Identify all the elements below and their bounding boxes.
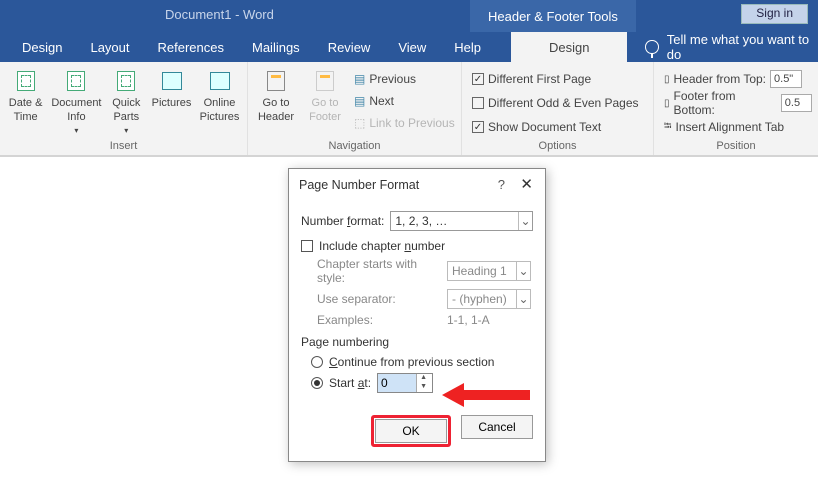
start-at-label: Start at: [329,376,371,390]
include-chapter-checkbox[interactable] [301,240,313,252]
close-icon[interactable]: ✕ [520,175,533,193]
quick-parts-button[interactable]: Quick Parts▾ [108,68,145,138]
spinner-arrows[interactable]: ▲▼ [416,374,430,392]
tell-me-search[interactable]: Tell me what you want to do [627,32,818,62]
ok-button[interactable]: OK [375,419,447,443]
previous-button[interactable]: ▤Previous [354,68,455,90]
check-icon: ✓ [472,73,484,85]
examples-label: Examples: [317,313,447,327]
separator-combo: - (hyphen)⌄ [447,289,531,309]
start-at-input[interactable] [378,374,416,392]
tab-layout[interactable]: Layout [76,32,143,62]
group-label-options: Options [468,138,647,155]
group-navigation: Go to Header Go to Footer ▤Previous ▤Nex… [248,62,462,155]
next-button[interactable]: ▤Next [354,90,455,112]
goto-footer-button: Go to Footer [304,68,346,124]
title-bar: Document1 - Word Header & Footer Tools S… [0,0,818,32]
goto-header-button[interactable]: Go to Header [254,68,298,124]
group-insert: Date & Time Document Info▾ Quick Parts▾ … [0,62,248,155]
different-odd-even-checkbox[interactable]: Different Odd & Even Pages [472,92,639,114]
chapter-style-label: Chapter starts with style: [317,257,447,285]
footer-bottom-value[interactable]: 0.5 [781,94,812,112]
ribbon-tabs: Design Layout References Mailings Review… [0,32,818,62]
tab-view[interactable]: View [384,32,440,62]
insert-alignment-tab[interactable]: ⭾Insert Alignment Tab [664,116,784,138]
continue-radio[interactable] [311,356,323,368]
ok-highlight: OK [371,415,451,447]
chevron-down-icon: ⌄ [518,212,532,230]
header-from-top[interactable]: ▯Header from Top:0.5" [664,68,802,90]
tab-hf-design[interactable]: Design [511,32,627,62]
cancel-button[interactable]: Cancel [461,415,533,439]
tab-review[interactable]: Review [314,32,385,62]
dialog-title: Page Number Format [299,178,419,192]
help-icon[interactable]: ? [498,177,505,192]
number-format-label: Number format: [301,214,384,228]
tab-references[interactable]: References [144,32,238,62]
chapter-style-combo: Heading 1⌄ [447,261,531,281]
number-format-combo[interactable]: 1, 2, 3, …⌄ [390,211,533,231]
page-number-format-dialog: Page Number Format ? ✕ Number format: 1,… [288,168,546,462]
tab-help[interactable]: Help [440,32,495,62]
start-at-spinner[interactable]: ▲▼ [377,373,433,393]
check-icon: ✓ [472,121,484,133]
check-icon [472,97,484,109]
show-document-text-checkbox[interactable]: ✓Show Document Text [472,116,601,138]
separator-label: Use separator: [317,292,447,306]
sign-in-button[interactable]: Sign in [741,4,808,24]
include-chapter-label: Include chapter number [319,239,445,253]
group-label-insert: Insert [6,138,241,155]
pictures-button[interactable]: Pictures [151,68,192,110]
group-label-navigation: Navigation [254,138,455,155]
online-pictures-button[interactable]: Online Pictures [198,68,241,124]
document-title: Document1 - Word [165,7,274,22]
document-info-button[interactable]: Document Info▾ [51,68,101,138]
header-top-value[interactable]: 0.5" [770,70,802,88]
tab-mailings[interactable]: Mailings [238,32,314,62]
lightbulb-icon [645,40,658,54]
dialog-titlebar: Page Number Format ? ✕ [289,169,545,201]
different-first-page-checkbox[interactable]: ✓Different First Page [472,68,591,90]
link-previous-button: ⬚Link to Previous [354,112,455,134]
group-label-position: Position [660,138,812,155]
continue-label: Continue from previous section [329,355,494,369]
page-numbering-label: Page numbering [301,335,533,349]
group-options: ✓Different First Page Different Odd & Ev… [462,62,654,155]
footer-from-bottom[interactable]: ▯Footer from Bottom:0.5 [664,92,812,114]
examples-value: 1-1, 1-A [447,313,490,327]
tab-design[interactable]: Design [0,32,76,62]
date-time-button[interactable]: Date & Time [6,68,45,124]
contextual-tab-header-footer[interactable]: Header & Footer Tools [470,0,636,32]
group-position: ▯Header from Top:0.5" ▯Footer from Botto… [654,62,818,155]
start-at-radio[interactable] [311,377,323,389]
ribbon: Date & Time Document Info▾ Quick Parts▾ … [0,62,818,156]
